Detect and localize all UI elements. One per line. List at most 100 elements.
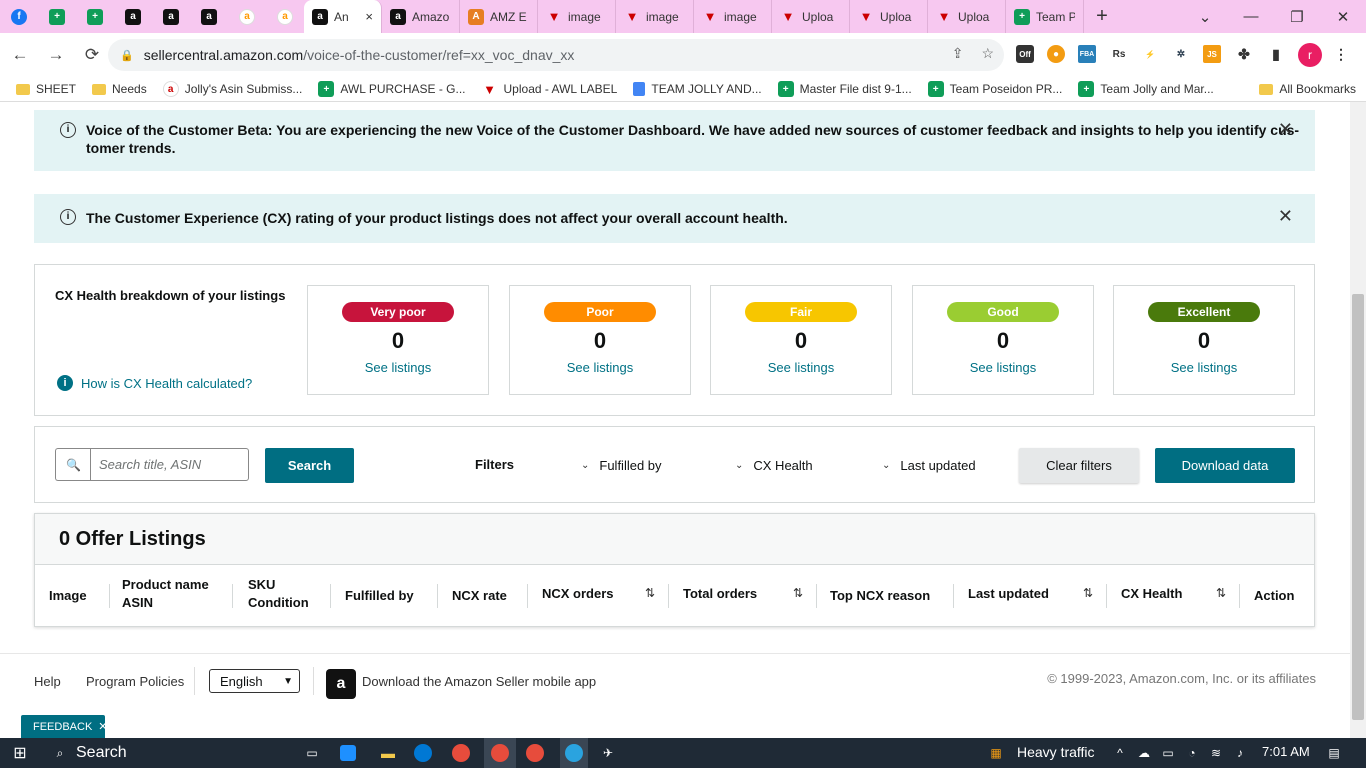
last-updated-filter[interactable]: ⌄ Last updated	[882, 458, 976, 473]
store-icon[interactable]	[340, 745, 356, 761]
battery-icon[interactable]: ▭	[1158, 743, 1178, 763]
browser-tab[interactable]: a	[152, 0, 190, 33]
browser-tab[interactable]: ▼ Uploa	[850, 0, 928, 33]
off-extension-icon[interactable]: Off	[1016, 45, 1034, 63]
close-window-button[interactable]: ✕	[1320, 0, 1366, 33]
sort-icon[interactable]: ⇅	[1216, 586, 1226, 600]
see-listings-link[interactable]: See listings	[308, 360, 488, 375]
reload-button[interactable]: ⟳	[76, 39, 108, 71]
minimize-button[interactable]: —	[1228, 0, 1274, 33]
page-scrollbar[interactable]	[1350, 102, 1366, 738]
rs-extension-icon[interactable]: Rs	[1110, 45, 1128, 63]
windows-start-icon[interactable]: ⊞	[10, 743, 30, 763]
app-icon[interactable]: ✈	[598, 743, 618, 763]
cx-health-filter[interactable]: ⌄ CX Health	[735, 458, 813, 473]
fba-extension-icon[interactable]: FBA	[1078, 45, 1096, 63]
chrome-icon[interactable]	[526, 744, 544, 762]
wifi-icon[interactable]: ≋	[1206, 743, 1226, 763]
network-icon[interactable]: ◔	[1182, 743, 1202, 763]
clear-filters-button[interactable]: Clear filters	[1019, 448, 1139, 483]
helium-extension-icon[interactable]: ✲	[1172, 45, 1190, 63]
cx-health-help-text[interactable]: How is CX Health calculated?	[81, 376, 252, 391]
scrollbar-thumb[interactable]	[1352, 294, 1364, 720]
download-app-link[interactable]: Download the Amazon Seller mobile app	[362, 674, 596, 689]
bookmark-item[interactable]: + Team Poseidon PR...	[927, 81, 1062, 97]
bookmark-star-icon[interactable]: ☆	[981, 45, 994, 62]
weather-text[interactable]: Heavy traffic	[1017, 744, 1095, 760]
restore-button[interactable]: ❐	[1274, 0, 1320, 33]
browser-tab[interactable]: a	[190, 0, 228, 33]
forward-button[interactable]: →	[40, 39, 72, 71]
extensions-puzzle-icon[interactable]: ✤	[1235, 45, 1253, 63]
fulfilled-by-filter[interactable]: ⌄ Fulfilled by	[581, 458, 662, 473]
back-button[interactable]: ←	[4, 39, 36, 71]
new-tab-button[interactable]: +	[1084, 0, 1120, 33]
edge-icon[interactable]	[414, 744, 432, 762]
chrome-active-icon[interactable]	[484, 738, 516, 768]
amazon-app-icon[interactable]: a	[326, 669, 356, 699]
see-listings-link[interactable]: See listings	[510, 360, 690, 375]
notification-icon[interactable]: ▤	[1324, 743, 1344, 763]
sort-icon[interactable]: ⇅	[1083, 586, 1093, 600]
taskbar-search[interactable]: Search	[76, 744, 127, 762]
browser-tab[interactable]: a An ×	[304, 0, 382, 33]
close-icon[interactable]: ✕	[1278, 207, 1293, 225]
volume-icon[interactable]: ♪	[1230, 743, 1250, 763]
telegram-active-icon[interactable]	[560, 738, 588, 768]
bookmark-item[interactable]: + Master File dist 9-1...	[777, 81, 912, 97]
js-extension-icon[interactable]: JS	[1203, 45, 1221, 63]
program-policies-link[interactable]: Program Policies	[86, 674, 184, 689]
clock[interactable]: 7:01 AM	[1262, 744, 1310, 759]
search-button[interactable]: Search	[265, 448, 354, 483]
browser-tab[interactable]: ▼ image	[616, 0, 694, 33]
bookmark-item[interactable]: + Team Jolly and Mar...	[1078, 81, 1214, 97]
download-data-button[interactable]: Download data	[1155, 448, 1295, 483]
help-link[interactable]: Help	[34, 674, 61, 689]
task-view-icon[interactable]: ▭	[302, 743, 322, 763]
close-icon[interactable]: ✕	[98, 720, 107, 733]
browser-tab[interactable]: a	[266, 0, 304, 33]
share-icon[interactable]: ⇪	[952, 45, 964, 62]
bookmark-item[interactable]: a Jolly's Asin Submiss...	[162, 81, 302, 97]
bookmark-item[interactable]: SHEET	[16, 82, 76, 96]
firefox-extension-icon[interactable]: ●	[1047, 45, 1065, 63]
tab-search-button[interactable]: ⌄	[1182, 0, 1228, 33]
sort-icon[interactable]: ⇅	[793, 586, 803, 600]
cloud-icon[interactable]: ☁	[1134, 743, 1154, 763]
browser-tab[interactable]: ▼ image	[694, 0, 772, 33]
profile-avatar[interactable]: r	[1298, 43, 1322, 67]
all-bookmarks[interactable]: All Bookmarks	[1259, 82, 1356, 96]
see-listings-link[interactable]: See listings	[1114, 360, 1294, 375]
file-explorer-icon[interactable]: ▬	[378, 743, 398, 763]
browser-tab[interactable]: a Amazo	[382, 0, 460, 33]
bookmark-item[interactable]: Needs	[92, 82, 147, 96]
see-listings-link[interactable]: See listings	[711, 360, 891, 375]
sort-icon[interactable]: ⇅	[645, 586, 655, 600]
address-bar[interactable]: 🔒 sellercentral.amazon.com/voice-of-the-…	[108, 39, 1004, 71]
menu-kebab-icon[interactable]: ⋮	[1332, 45, 1350, 63]
browser-tab[interactable]: +	[76, 0, 114, 33]
browser-tab[interactable]: + Team P	[1006, 0, 1084, 33]
browser-tab[interactable]: ▼ Uploa	[772, 0, 850, 33]
browser-tab[interactable]: ▼ Uploa	[928, 0, 1006, 33]
search-input[interactable]: Search title, ASIN	[90, 448, 249, 481]
close-icon[interactable]: ✕	[1278, 120, 1293, 138]
browser-tab[interactable]: f	[0, 0, 38, 33]
see-listings-link[interactable]: See listings	[913, 360, 1093, 375]
browser-tab[interactable]: a	[114, 0, 152, 33]
chevron-up-icon[interactable]: ^	[1110, 743, 1130, 763]
browser-tab[interactable]: ▼ image	[538, 0, 616, 33]
language-select[interactable]: English ▼	[209, 669, 300, 693]
bookmark-item[interactable]: + AWL PURCHASE - G...	[318, 81, 466, 97]
link-extension-icon[interactable]: ⚡	[1141, 45, 1159, 63]
cx-health-help-link[interactable]: i How is CX Health calculated?	[57, 375, 252, 391]
browser-tab[interactable]: a	[228, 0, 266, 33]
search-icon[interactable]: ⌕	[50, 743, 70, 763]
browser-tab[interactable]: A AMZ E	[460, 0, 538, 33]
feedback-button[interactable]: FEEDBACK ✕	[21, 715, 108, 738]
chrome-icon[interactable]	[452, 744, 470, 762]
browser-tab[interactable]: +	[38, 0, 76, 33]
sidepanel-icon[interactable]: ▮	[1267, 45, 1285, 63]
bookmark-item[interactable]: TEAM JOLLY AND...	[633, 82, 762, 96]
bookmark-item[interactable]: ▼ Upload - AWL LABEL	[482, 81, 617, 97]
